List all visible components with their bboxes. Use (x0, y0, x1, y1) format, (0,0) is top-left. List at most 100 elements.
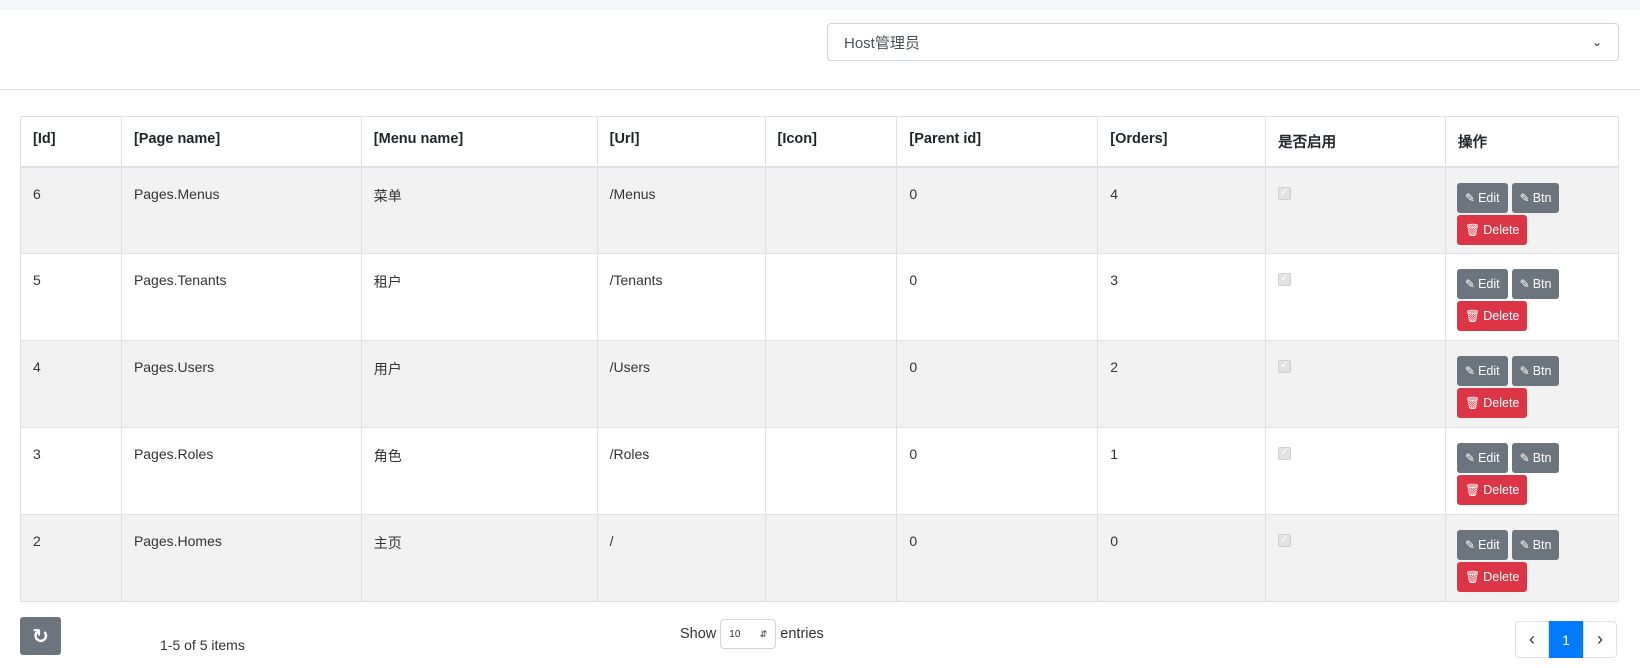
btn-button[interactable]: ✎ Btn (1511, 443, 1560, 473)
btn-button[interactable]: ✎ Btn (1511, 530, 1560, 560)
cell-page-name: Pages.Users (120, 340, 362, 428)
sort-arrows-icon: ⇵ (759, 628, 768, 639)
cell-menu-name: 主页 (360, 514, 598, 602)
cell-url: / (596, 514, 766, 602)
pencil-icon: ✎ (1465, 451, 1476, 465)
cell-id: 4 (20, 340, 122, 428)
col-header-menu-name[interactable]: [Menu name] (360, 116, 598, 168)
delete-label: Delete (1483, 396, 1520, 410)
delete-label: Delete (1483, 483, 1520, 497)
trash-icon: 🗑 (1465, 222, 1481, 237)
col-header-enabled[interactable]: 是否启用 (1265, 116, 1447, 168)
role-select[interactable]: Host管理员 ⌄ (827, 23, 1619, 61)
btn-button[interactable]: ✎ Btn (1511, 356, 1560, 386)
table-row: 6 Pages.Menus 菜单 /Menus 0 4 ✎Edit ✎Btn 🗑… (20, 166, 1619, 254)
filter-header: Host管理员 ⌄ (0, 10, 1640, 90)
col-header-parent-id[interactable]: [Parent id] (896, 116, 1099, 168)
prev-page-button[interactable]: ‹ (1515, 621, 1549, 658)
btn-label: Btn (1532, 190, 1552, 205)
delete-label: Delete (1483, 309, 1520, 323)
cell-enabled (1265, 166, 1447, 254)
cell-parent-id: 0 (896, 253, 1099, 341)
trash-icon: 🗑 (1465, 309, 1481, 323)
delete-label: Delete (1483, 570, 1520, 584)
cell-id: 3 (20, 427, 122, 515)
delete-label: Delete (1483, 222, 1520, 237)
edit-button[interactable]: ✎ Edit (1457, 269, 1508, 299)
btn-label: Btn (1532, 451, 1552, 465)
page-size-select[interactable]: 10 ⇵ (720, 619, 777, 649)
delete-button[interactable]: 🗑 Delete (1457, 301, 1528, 331)
cell-orders: 2 (1097, 340, 1267, 428)
cell-icon (764, 340, 898, 428)
pencil-icon: ✎ (1519, 451, 1530, 465)
edit-label: Edit (1478, 277, 1500, 291)
pencil-icon: ✎ (1519, 277, 1530, 291)
cell-orders: 0 (1097, 514, 1267, 602)
edit-label: Edit (1478, 364, 1500, 378)
enabled-checkbox (1278, 532, 1292, 547)
cell-orders: 3 (1097, 253, 1267, 341)
edit-label: Edit (1478, 451, 1500, 465)
btn-label: Btn (1532, 364, 1552, 378)
pencil-icon: ✎ (1519, 538, 1530, 552)
pencil-icon: ✎ (1519, 364, 1530, 378)
delete-button[interactable]: 🗑 Delete (1457, 475, 1528, 505)
cell-actions: ✎ Edit ✎ Btn 🗑 Delete (1445, 340, 1619, 428)
table-row: 5 Pages.Tenants 租户 /Tenants 0 3 ✎Edit ✎B… (20, 253, 1619, 341)
edit-button[interactable]: ✎ Edit (1457, 530, 1508, 560)
cell-id: 6 (20, 166, 122, 254)
delete-button[interactable]: 🗑 Delete (1457, 214, 1528, 245)
btn-button[interactable]: ✎ Btn (1511, 182, 1560, 213)
edit-button[interactable]: ✎ Edit (1457, 356, 1508, 386)
cell-menu-name: 用户 (360, 340, 598, 428)
btn-button[interactable]: ✎ Btn (1511, 269, 1560, 299)
edit-button[interactable]: ✎ Edit (1457, 443, 1508, 473)
cell-page-name: Pages.Roles (120, 427, 362, 515)
col-header-icon[interactable]: [Icon] (764, 116, 898, 168)
cell-enabled (1265, 340, 1447, 428)
cell-actions: ✎ Edit ✎ Btn 🗑 Delete (1445, 253, 1619, 341)
trash-icon: 🗑 (1465, 483, 1481, 497)
col-header-actions: 操作 (1445, 116, 1619, 168)
table-footer: ↻ 1-5 of 5 items Show 10 ⇵ entries ‹ 1 › (0, 615, 1640, 668)
cell-orders: 1 (1097, 427, 1267, 515)
enabled-checkbox (1278, 271, 1292, 286)
col-header-page-name[interactable]: [Page name] (120, 116, 362, 168)
cell-page-name: Pages.Menus (120, 166, 362, 254)
table-row: 3 Pages.Roles 角色 /Roles 0 1 ✎Edit ✎Btn 🗑… (20, 427, 1619, 515)
cell-parent-id: 0 (896, 340, 1099, 428)
btn-label: Btn (1532, 277, 1552, 291)
enabled-checkbox (1278, 358, 1292, 373)
top-strip (0, 0, 1640, 10)
cell-url: /Tenants (596, 253, 766, 341)
cell-enabled (1265, 253, 1447, 341)
refresh-button[interactable]: ↻ (20, 617, 61, 655)
page-button-current[interactable]: 1 (1549, 621, 1583, 658)
page-size-control: Show 10 ⇵ entries (680, 619, 824, 649)
delete-button[interactable]: 🗑 Delete (1457, 388, 1528, 418)
pagination: ‹ 1 › (1515, 621, 1617, 658)
trash-icon: 🗑 (1465, 396, 1481, 410)
col-header-id[interactable]: [Id] (20, 116, 122, 168)
cell-url: /Users (596, 340, 766, 428)
pencil-icon: ✎ (1465, 364, 1476, 378)
cell-actions: ✎ Edit ✎ Btn 🗑 Delete (1445, 514, 1619, 602)
btn-label: Btn (1532, 538, 1552, 552)
delete-button[interactable]: 🗑 Delete (1457, 562, 1528, 592)
col-header-orders[interactable]: [Orders] (1097, 116, 1267, 168)
pencil-icon: ✎ (1465, 277, 1476, 291)
cell-icon (764, 427, 898, 515)
items-info: 1-5 of 5 items (160, 637, 245, 653)
table-row: 2 Pages.Homes 主页 / 0 0 ✎Edit ✎Btn 🗑Delet… (20, 514, 1619, 602)
pencil-icon: ✎ (1465, 190, 1476, 205)
col-header-url[interactable]: [Url] (596, 116, 766, 168)
cell-icon (764, 253, 898, 341)
next-page-button[interactable]: › (1583, 621, 1617, 658)
chevron-right-icon: › (1597, 629, 1603, 649)
trash-icon: 🗑 (1465, 570, 1481, 584)
cell-icon (764, 514, 898, 602)
pencil-icon: ✎ (1465, 538, 1476, 552)
edit-button[interactable]: ✎ Edit (1457, 182, 1508, 213)
cell-icon (764, 166, 898, 254)
